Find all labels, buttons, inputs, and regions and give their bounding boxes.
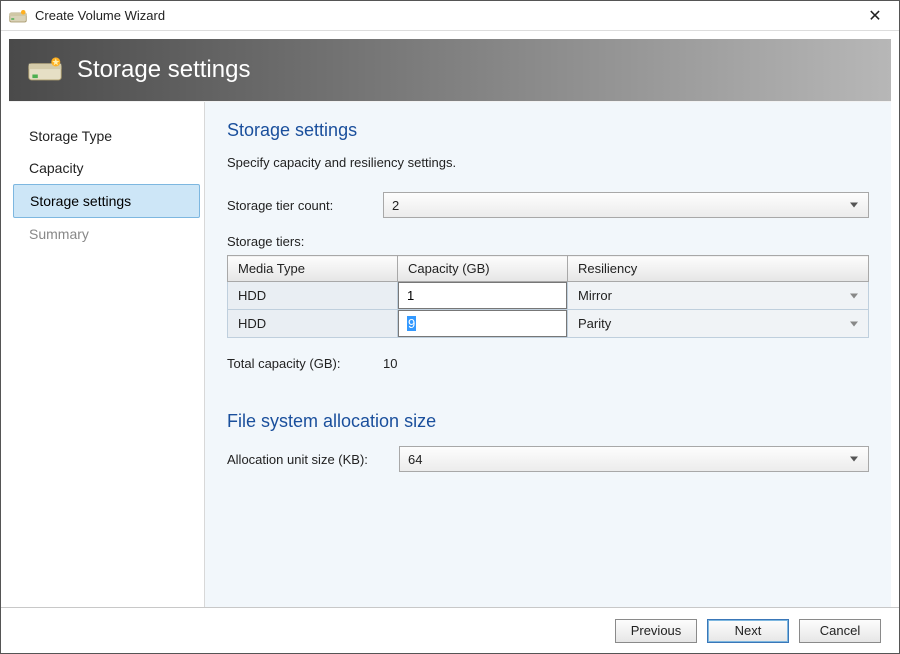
section-allocation: File system allocation size Allocation u…: [227, 411, 869, 472]
cell-capacity-input[interactable]: 9: [398, 310, 567, 337]
sidebar-item-capacity[interactable]: Capacity: [13, 152, 200, 184]
tier-count-row: Storage tier count: 2: [227, 192, 869, 218]
tier-count-value: 2: [392, 198, 399, 213]
sidebar-item-label: Storage settings: [30, 193, 131, 209]
footer: Previous Next Cancel: [1, 607, 899, 653]
alloc-row: Allocation unit size (KB): 64: [227, 446, 869, 472]
close-icon: ✕: [868, 6, 881, 26]
sidebar-item-label: Storage Type: [29, 128, 112, 144]
cell-capacity-value: 9: [407, 316, 416, 331]
section-allocation-title: File system allocation size: [227, 411, 869, 432]
section-storage-settings-desc: Specify capacity and resiliency settings…: [227, 155, 869, 170]
close-button[interactable]: ✕: [859, 2, 891, 30]
next-button[interactable]: Next: [707, 619, 789, 643]
alloc-label: Allocation unit size (KB):: [227, 452, 399, 467]
cell-media-type: HDD: [228, 282, 397, 309]
col-header-media[interactable]: Media Type: [228, 256, 398, 282]
total-capacity-row: Total capacity (GB): 10: [227, 356, 869, 371]
cancel-button[interactable]: Cancel: [799, 619, 881, 643]
wizard-icon: [9, 9, 27, 23]
table-row: HDD Mirror: [228, 282, 869, 310]
tier-count-combo[interactable]: 2: [383, 192, 869, 218]
cell-resiliency-value: Mirror: [578, 288, 612, 303]
window-title: Create Volume Wizard: [35, 8, 165, 23]
cell-resiliency-value: Parity: [578, 316, 611, 331]
alloc-value: 64: [408, 452, 422, 467]
sidebar-item-label: Summary: [29, 226, 89, 242]
wizard-window: Create Volume Wizard ✕ Storage settings …: [0, 0, 900, 654]
tiers-label: Storage tiers:: [227, 234, 869, 249]
banner-disk-icon: [27, 56, 63, 84]
table-row: HDD 9 Parity: [228, 310, 869, 338]
previous-button[interactable]: Previous: [615, 619, 697, 643]
sidebar: Storage Type Capacity Storage settings S…: [9, 102, 205, 607]
alloc-combo[interactable]: 64: [399, 446, 869, 472]
wizard-body: Storage Type Capacity Storage settings S…: [9, 101, 891, 607]
cell-resiliency-combo[interactable]: Mirror: [568, 282, 868, 309]
cell-capacity-input[interactable]: [398, 282, 567, 309]
sidebar-item-summary[interactable]: Summary: [13, 218, 200, 250]
sidebar-item-label: Capacity: [29, 160, 83, 176]
content-pane: Storage settings Specify capacity and re…: [205, 102, 891, 607]
col-header-resiliency[interactable]: Resiliency: [568, 256, 869, 282]
banner: Storage settings: [9, 39, 891, 101]
cell-resiliency-combo[interactable]: Parity: [568, 310, 868, 337]
sidebar-item-storage-type[interactable]: Storage Type: [13, 120, 200, 152]
section-storage-settings-title: Storage settings: [227, 120, 869, 141]
titlebar: Create Volume Wizard ✕: [1, 1, 899, 31]
sidebar-item-storage-settings[interactable]: Storage settings: [13, 184, 200, 218]
total-capacity-label: Total capacity (GB):: [227, 356, 383, 371]
col-header-capacity[interactable]: Capacity (GB): [398, 256, 568, 282]
tier-count-label: Storage tier count:: [227, 198, 383, 213]
banner-title: Storage settings: [77, 56, 250, 84]
tiers-table: Media Type Capacity (GB) Resiliency HDD …: [227, 255, 869, 338]
total-capacity-value: 10: [383, 356, 397, 371]
cell-media-type: HDD: [228, 310, 397, 337]
